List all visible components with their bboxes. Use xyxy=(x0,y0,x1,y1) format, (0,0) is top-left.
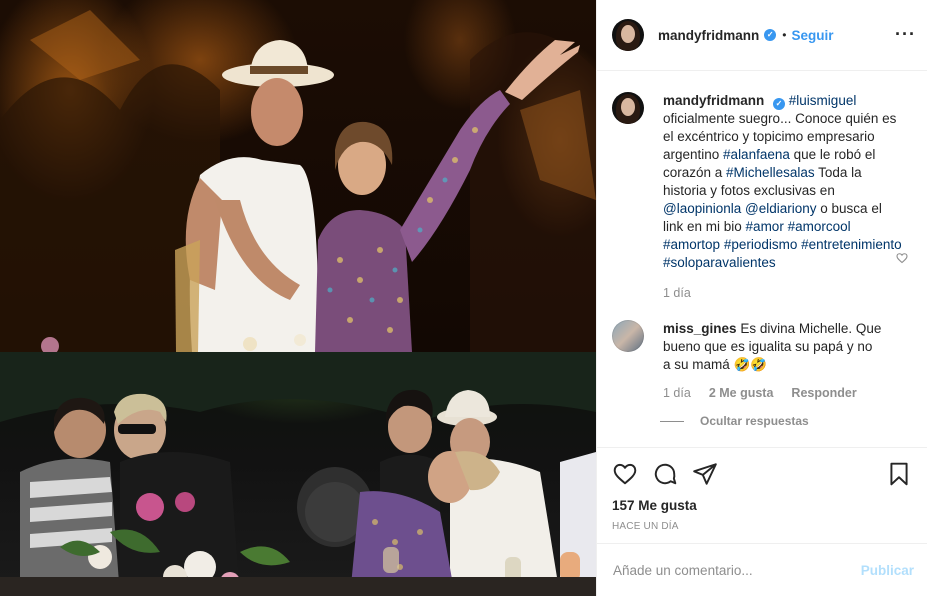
reply-text: miss_gines Es divina Michelle. Que bueno… xyxy=(663,320,883,374)
caption-verified-icon: ✓ xyxy=(773,98,786,110)
verified-badge-icon: ✓ xyxy=(764,29,777,41)
more-options-icon[interactable]: ··· xyxy=(895,24,916,44)
hashtag-link[interactable]: #luismiguel xyxy=(789,93,857,108)
hashtag-link[interactable]: #amortop xyxy=(663,237,720,252)
share-icon[interactable] xyxy=(692,461,718,487)
photo-bottom xyxy=(0,352,596,596)
author-username[interactable]: mandyfridmann xyxy=(658,28,759,43)
likes-count[interactable]: 157 Me gusta xyxy=(612,498,912,513)
comment-input[interactable] xyxy=(613,562,861,578)
post-side-panel: mandyfridmann ✓ • Seguir ··· mandyfridma… xyxy=(596,0,927,596)
comment-like-heart-icon[interactable] xyxy=(896,252,908,264)
hashtag-link[interactable]: #amorcool xyxy=(788,219,851,234)
photo-top xyxy=(0,0,596,352)
comment-icon[interactable] xyxy=(652,461,678,487)
hashtag-link[interactable]: #amor xyxy=(746,219,784,234)
action-icons xyxy=(612,460,912,488)
post-modal: mandyfridmann ✓ • Seguir ··· mandyfridma… xyxy=(0,0,927,596)
heart-icon[interactable] xyxy=(612,461,638,487)
caption-time[interactable]: 1 día xyxy=(663,286,691,300)
post-media[interactable] xyxy=(0,0,596,596)
caption-username[interactable]: mandyfridmann xyxy=(663,93,764,108)
add-comment-bar: Publicar xyxy=(597,543,927,596)
post-time-ago[interactable]: HACE UN DÍA xyxy=(612,521,912,532)
mention-link[interactable]: @laopinionla xyxy=(663,201,741,216)
comments-list[interactable]: mandyfridmann ✓ #luismiguel oficialmente… xyxy=(597,72,927,447)
caption-text: mandyfridmann ✓ #luismiguel oficialmente… xyxy=(663,92,903,272)
reply-button[interactable]: Responder xyxy=(791,386,856,400)
reply-username[interactable]: miss_gines xyxy=(663,321,737,336)
photo-top-illustration xyxy=(0,10,596,352)
hashtag-link[interactable]: #entretenimiento xyxy=(801,237,902,252)
bookmark-icon[interactable] xyxy=(886,461,912,487)
reply-comment: miss_gines Es divina Michelle. Que bueno… xyxy=(612,320,912,400)
publish-button[interactable]: Publicar xyxy=(861,563,914,578)
caption-meta: 1 día xyxy=(663,286,903,300)
follow-button[interactable]: Seguir xyxy=(791,28,833,43)
photo-bottom-illustration xyxy=(0,352,596,596)
separator-dot: • xyxy=(782,28,787,42)
hide-replies-button[interactable]: Ocultar respuestas xyxy=(660,414,912,428)
reply-meta: 1 día 2 Me gusta Responder xyxy=(663,386,883,400)
reply-avatar[interactable] xyxy=(612,320,644,352)
hashtag-link[interactable]: #periodismo xyxy=(724,237,798,252)
reply-likes[interactable]: 2 Me gusta xyxy=(709,386,774,400)
hide-replies-line xyxy=(660,420,684,422)
author-avatar[interactable] xyxy=(612,19,644,51)
caption-avatar[interactable] xyxy=(612,92,644,124)
hide-replies-label: Ocultar respuestas xyxy=(700,414,809,428)
hashtag-link[interactable]: #alanfaena xyxy=(723,147,790,162)
post-actions: 157 Me gusta HACE UN DÍA xyxy=(597,447,927,543)
caption-comment: mandyfridmann ✓ #luismiguel oficialmente… xyxy=(612,92,912,300)
hashtag-link[interactable]: #Michellesalas xyxy=(726,165,815,180)
reply-emoji: 🤣🤣 xyxy=(733,357,768,372)
post-header: mandyfridmann ✓ • Seguir ··· xyxy=(597,0,927,71)
reply-time[interactable]: 1 día xyxy=(663,386,691,400)
mention-link[interactable]: @eldiariony xyxy=(745,201,817,216)
hashtag-link[interactable]: #soloparavalientes xyxy=(663,255,776,270)
